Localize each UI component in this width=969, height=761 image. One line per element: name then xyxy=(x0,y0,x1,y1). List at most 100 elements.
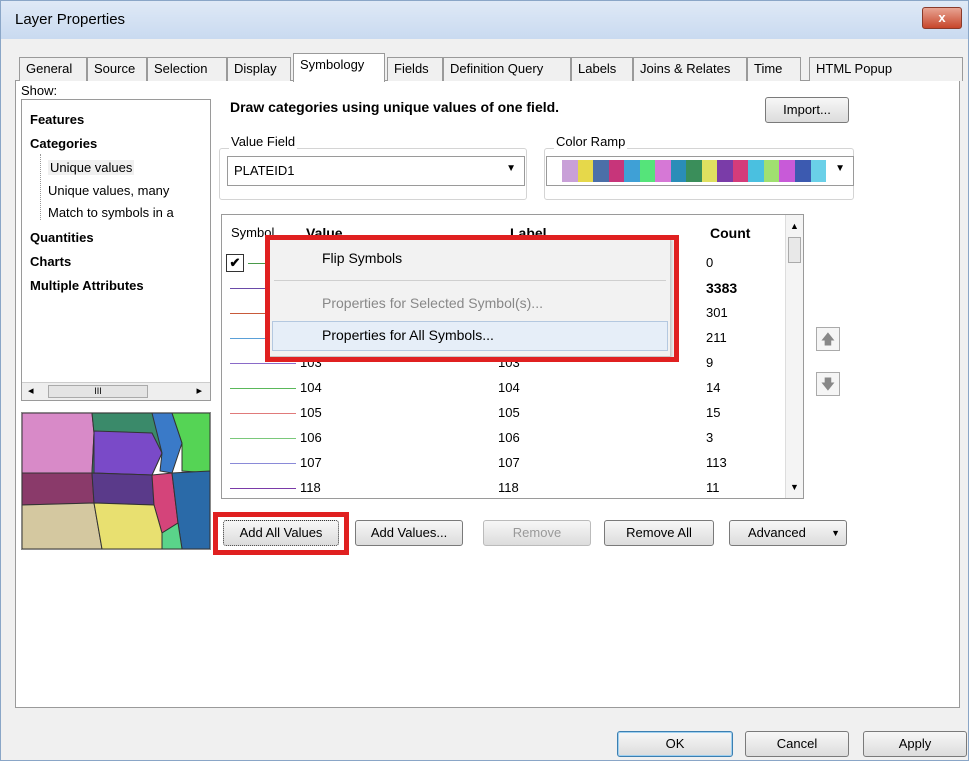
table-row[interactable]: 118 118 11 xyxy=(222,476,782,498)
preview-map xyxy=(21,412,211,550)
row-value: 104 xyxy=(300,380,322,395)
row-label: 104 xyxy=(498,380,520,395)
row-count: 3 xyxy=(706,430,714,445)
tree-item-match-symbols[interactable]: Match to symbols in a xyxy=(48,205,174,220)
highlight-box-menu xyxy=(265,235,679,362)
remove-all-button[interactable]: Remove All xyxy=(604,520,714,546)
row-count: 14 xyxy=(706,380,721,395)
scroll-thumb[interactable] xyxy=(788,237,801,263)
row-label: 105 xyxy=(498,405,520,420)
row-symbol[interactable] xyxy=(230,488,296,489)
row-label: 107 xyxy=(498,455,520,470)
ramp-color-6 xyxy=(655,160,671,182)
row-count: 0 xyxy=(706,255,714,270)
chevron-down-icon: ▼ xyxy=(835,163,845,174)
move-up-button[interactable]: 🡅 xyxy=(816,327,840,351)
tree-item-unique-values[interactable]: Unique values xyxy=(48,160,135,175)
ramp-color-3 xyxy=(608,160,625,182)
scroll-up-icon[interactable]: ▲ xyxy=(790,221,799,231)
row-symbol[interactable] xyxy=(230,413,296,414)
tree-item-features[interactable]: Features xyxy=(30,112,84,127)
column-header-count[interactable]: Count xyxy=(710,225,750,241)
ramp-color-10 xyxy=(717,160,733,182)
chevron-down-icon: ▼ xyxy=(506,163,516,174)
ramp-color-7 xyxy=(670,160,687,182)
arrow-up-icon: 🡅 xyxy=(820,331,836,347)
scroll-down-icon[interactable]: ▼ xyxy=(790,482,799,492)
row-count: 3383 xyxy=(706,280,738,296)
value-field-value: PLATEID1 xyxy=(234,163,295,178)
tab-display[interactable]: Display xyxy=(227,57,291,81)
row-label: 118 xyxy=(498,480,519,495)
move-down-button[interactable]: 🡇 xyxy=(816,372,840,396)
show-label: Show: xyxy=(21,83,58,98)
chevron-down-icon: ▼ xyxy=(831,528,840,538)
row-symbol[interactable] xyxy=(230,438,296,439)
ramp-color-16 xyxy=(810,160,827,182)
scroll-right-icon[interactable]: ▸ xyxy=(196,384,202,397)
apply-button[interactable]: Apply xyxy=(863,731,967,757)
row-count: 113 xyxy=(706,455,727,470)
row-count: 211 xyxy=(706,330,727,345)
value-field-label: Value Field xyxy=(229,134,298,149)
preview-map-image xyxy=(21,412,211,550)
ramp-color-0 xyxy=(562,160,578,182)
table-row[interactable]: 107 107 113 xyxy=(222,451,782,476)
row-value: 107 xyxy=(300,455,322,470)
row-value: 118 xyxy=(300,480,321,495)
ramp-color-13 xyxy=(763,160,780,182)
row-count: 9 xyxy=(706,355,714,370)
scroll-left-icon[interactable]: ◂ xyxy=(28,384,34,397)
ramp-color-1 xyxy=(577,160,594,182)
ramp-color-4 xyxy=(624,160,640,182)
color-ramp-select[interactable]: ▼ xyxy=(546,156,854,186)
tab-symbology[interactable]: Symbology xyxy=(293,53,385,82)
arrow-down-icon: 🡇 xyxy=(820,376,836,392)
tab-labels[interactable]: Labels xyxy=(571,57,633,81)
cancel-button[interactable]: Cancel xyxy=(745,731,849,757)
tree-item-multiple-attributes[interactable]: Multiple Attributes xyxy=(30,278,144,293)
tab-html-popup[interactable]: HTML Popup xyxy=(809,57,963,81)
tab-definition-query[interactable]: Definition Query xyxy=(443,57,571,81)
tree-item-quantities[interactable]: Quantities xyxy=(30,230,94,245)
row-value: 105 xyxy=(300,405,322,420)
highlight-box-add-all xyxy=(213,512,349,555)
tab-selection[interactable]: Selection xyxy=(147,57,227,81)
tree-horizontal-scrollbar[interactable]: ◂ III ▸ xyxy=(22,382,210,400)
row-symbol[interactable] xyxy=(230,463,296,464)
ramp-color-15 xyxy=(794,160,811,182)
tab-fields[interactable]: Fields xyxy=(387,57,443,81)
tab-source[interactable]: Source xyxy=(87,57,147,81)
ramp-color-9 xyxy=(701,160,718,182)
color-ramp-swatch xyxy=(562,160,827,182)
tab-general[interactable]: General xyxy=(19,57,87,81)
ok-button[interactable]: OK xyxy=(617,731,733,757)
tree-item-unique-values-many[interactable]: Unique values, many xyxy=(48,183,169,198)
list-vertical-scrollbar[interactable]: ▲ ▼ xyxy=(785,215,803,498)
row-symbol[interactable] xyxy=(230,388,296,389)
advanced-button[interactable]: Advanced ▼ xyxy=(729,520,847,546)
remove-button: Remove xyxy=(483,520,591,546)
tree-item-charts[interactable]: Charts xyxy=(30,254,71,269)
tree-item-categories[interactable]: Categories xyxy=(30,136,97,151)
tab-time[interactable]: Time xyxy=(747,57,801,81)
add-values-button[interactable]: Add Values... xyxy=(355,520,463,546)
row-count: 11 xyxy=(706,480,720,495)
layer-properties-dialog: Layer Properties x General Source Select… xyxy=(0,0,969,761)
window-title: Layer Properties xyxy=(15,11,126,28)
show-tree: Features Categories Unique values Unique… xyxy=(21,99,211,401)
table-row[interactable]: 106 106 3 xyxy=(222,426,782,451)
ramp-color-2 xyxy=(593,160,609,182)
ramp-color-14 xyxy=(779,160,795,182)
table-row[interactable]: 105 105 15 xyxy=(222,401,782,426)
scroll-thumb[interactable]: III xyxy=(48,385,148,398)
row-symbol[interactable] xyxy=(230,363,296,364)
advanced-label: Advanced xyxy=(748,525,806,540)
table-row[interactable]: 104 104 14 xyxy=(222,376,782,401)
row-count: 15 xyxy=(706,405,721,420)
tab-joins-relates[interactable]: Joins & Relates xyxy=(633,57,747,81)
value-field-select[interactable]: PLATEID1 ▼ xyxy=(227,156,525,186)
import-button[interactable]: Import... xyxy=(765,97,849,123)
close-button[interactable]: x xyxy=(922,7,962,29)
row-checkbox[interactable]: ✔ xyxy=(226,254,244,272)
